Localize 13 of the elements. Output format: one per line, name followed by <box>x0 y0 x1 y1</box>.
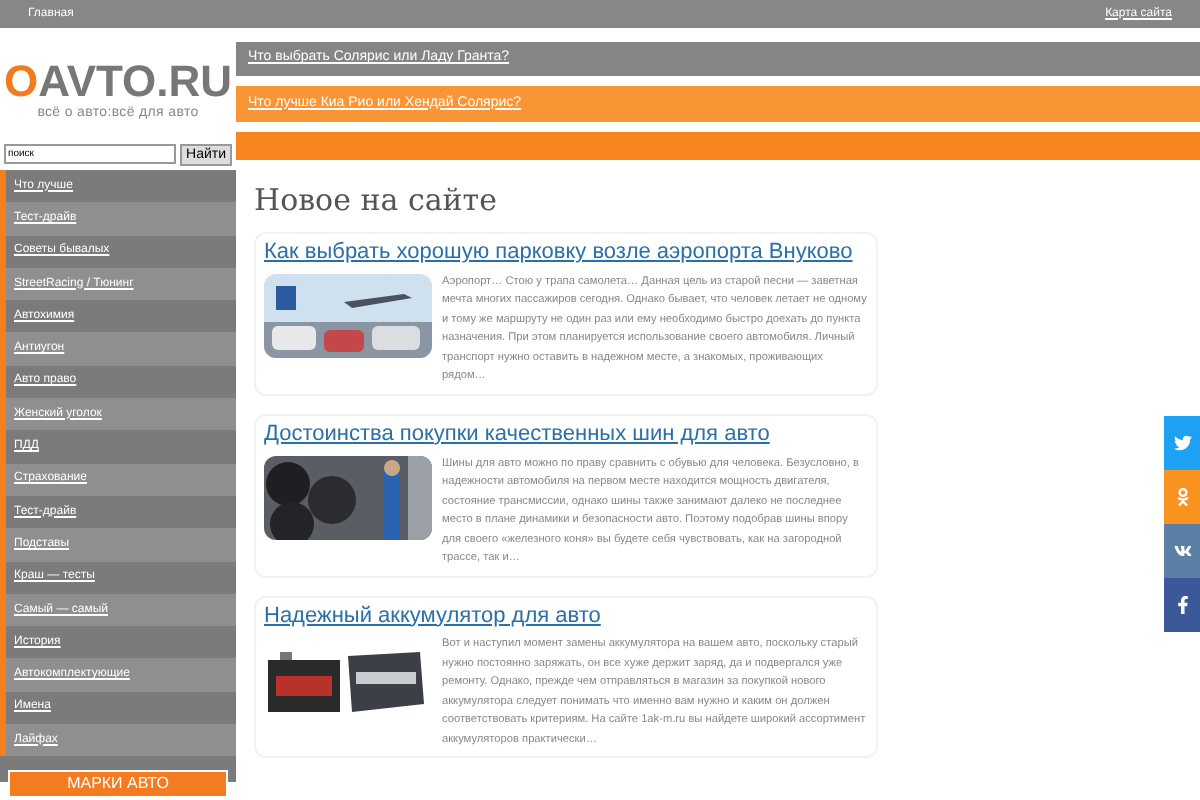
car-brands-button[interactable]: МАРКИ АВТО <box>8 770 228 799</box>
share-button[interactable] <box>1164 416 1200 470</box>
vk-icon <box>1173 542 1191 560</box>
article-title[interactable]: Надежный аккумулятор для авто <box>264 603 868 631</box>
odnoklassniki-icon <box>1173 488 1191 506</box>
share-button[interactable] <box>1164 578 1200 632</box>
section-heading: Новое на сайте <box>254 186 499 216</box>
article-title[interactable]: Как выбрать хорошую парковку возле аэропорта Внуково <box>264 240 868 268</box>
facebook-icon <box>1173 596 1191 614</box>
twitter-icon <box>1173 434 1191 452</box>
site-logo[interactable]: OAVTO.RU <box>3 59 233 104</box>
article-title[interactable]: Достоинства покупки качественных шин для авто <box>264 421 868 449</box>
share-button[interactable] <box>1164 524 1200 578</box>
